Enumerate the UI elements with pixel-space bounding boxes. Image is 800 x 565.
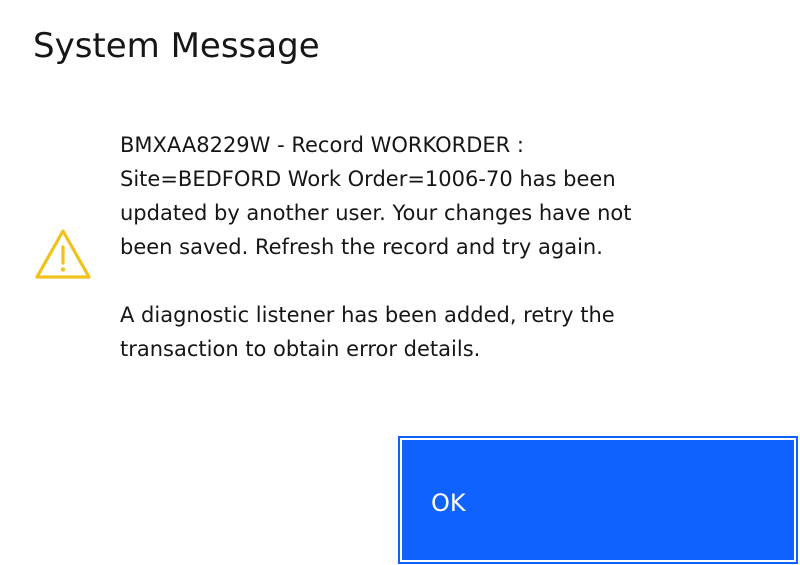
message-line: been saved. Refresh the record and try a… — [120, 235, 603, 259]
system-message-dialog: System Message BMXAA8229W - Record WORKO… — [0, 0, 800, 565]
message-text: BMXAA8229W - Record WORKORDER : Site=BED… — [120, 128, 760, 366]
ok-button[interactable]: OK — [398, 436, 798, 564]
dialog-body: BMXAA8229W - Record WORKORDER : Site=BED… — [0, 128, 800, 388]
ok-button-label: OK — [431, 489, 466, 517]
warning-triangle-icon — [35, 229, 91, 279]
error-message: BMXAA8229W - Record WORKORDER : Site=BED… — [120, 128, 760, 264]
detail-line: A diagnostic listener has been added, re… — [120, 303, 615, 327]
message-line: Site=BEDFORD Work Order=1006-70 has been — [120, 167, 616, 191]
message-line: updated by another user. Your changes ha… — [120, 201, 632, 225]
diagnostic-message: A diagnostic listener has been added, re… — [120, 298, 760, 366]
message-line: BMXAA8229W - Record WORKORDER : — [120, 133, 525, 157]
detail-line: transaction to obtain error details. — [120, 337, 481, 361]
dialog-title: System Message — [33, 26, 320, 66]
